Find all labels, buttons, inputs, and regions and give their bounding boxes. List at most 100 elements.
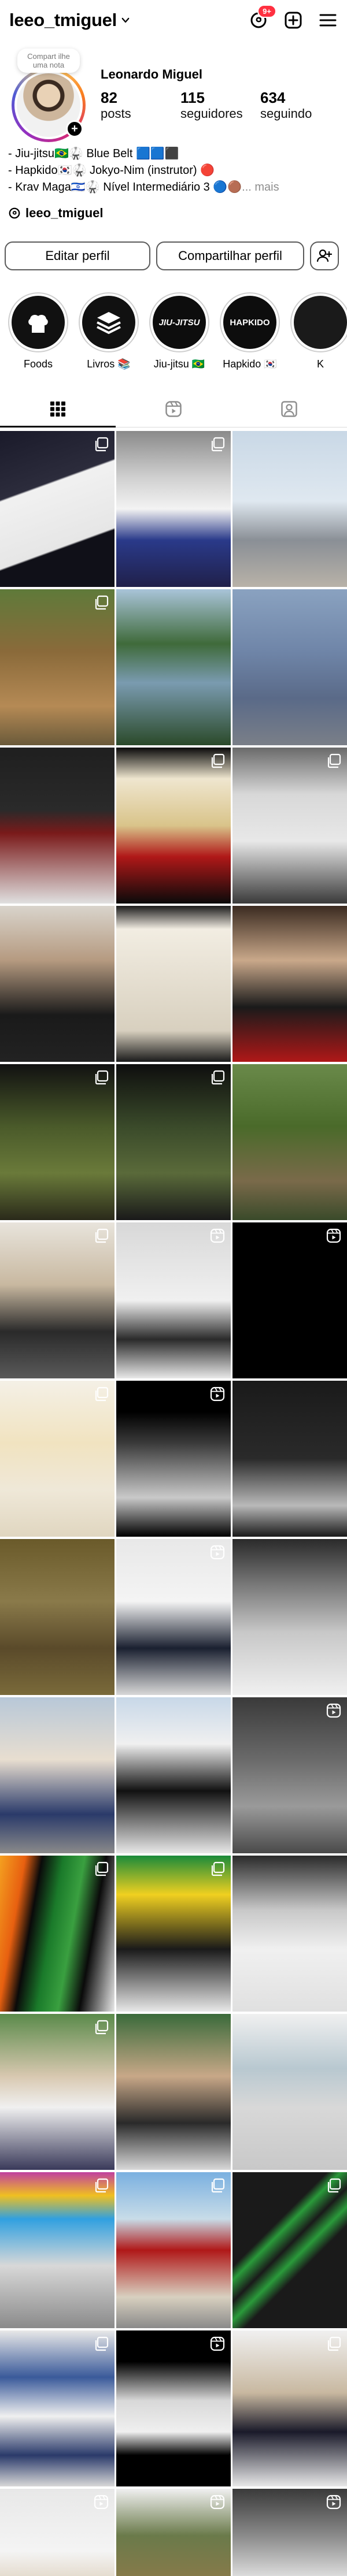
post-thumbnail[interactable] (0, 2014, 115, 2170)
posts-grid (0, 431, 347, 2576)
display-name: Leonardo Miguel (101, 67, 202, 81)
menu-icon (319, 14, 337, 27)
reel-icon (210, 1386, 225, 1402)
threads-button[interactable]: 9+ (249, 5, 276, 30)
menu-button[interactable] (318, 10, 338, 30)
carousel-icon (94, 437, 109, 452)
account-switcher-username[interactable]: leeo_tmiguel (9, 10, 117, 31)
carousel-icon (326, 2336, 341, 2351)
carousel-icon (210, 1861, 225, 1876)
post-thumbnail[interactable] (0, 906, 115, 1062)
stat-followers[interactable]: 115 seguidores (180, 89, 260, 121)
post-thumbnail[interactable] (0, 589, 115, 745)
post-thumbnail[interactable] (232, 1856, 347, 2012)
post-thumbnail[interactable] (116, 2330, 231, 2486)
post-thumbnail[interactable] (116, 1856, 231, 2012)
post-thumbnail[interactable] (0, 1539, 115, 1695)
carousel-icon (94, 2336, 109, 2351)
post-thumbnail[interactable] (0, 1856, 115, 2012)
bio-line: - Hapkido🇰🇷🥋 Jokyo-Nim (instrutor) 🔴 (8, 164, 215, 177)
grid-icon (50, 401, 65, 417)
create-post-button[interactable] (283, 10, 303, 30)
carousel-icon (94, 1861, 109, 1876)
tagged-icon (281, 400, 297, 417)
post-thumbnail[interactable] (232, 1697, 347, 1853)
carousel-icon (210, 1070, 225, 1085)
post-thumbnail[interactable] (116, 589, 231, 745)
post-thumbnail[interactable] (116, 1381, 231, 1537)
highlight-hapkido[interactable]: HAPKIDO Hapkido 🇰🇷 (220, 292, 280, 379)
edit-profile-button[interactable]: Editar perfil (5, 241, 150, 270)
highlight-livros[interactable]: Livros 📚 (79, 292, 139, 379)
highlight-jiu-jitsu[interactable]: JIU-JITSU Jiu-jitsu 🇧🇷 (149, 292, 209, 379)
tab-posts-grid[interactable] (0, 391, 116, 428)
post-thumbnail[interactable] (0, 2489, 115, 2576)
profile-avatar-area: Compart ilhe uma nota + (8, 45, 89, 142)
post-thumbnail[interactable] (0, 2172, 115, 2328)
post-thumbnail[interactable] (116, 1064, 231, 1220)
post-thumbnail[interactable] (116, 2172, 231, 2328)
post-thumbnail[interactable] (0, 1222, 115, 1378)
profile-stats: 82 posts 115 seguidores 634 seguindo (101, 89, 340, 121)
post-thumbnail[interactable] (232, 2489, 347, 2576)
reel-icon (326, 2495, 341, 2510)
add-person-icon (317, 249, 332, 262)
carousel-icon (94, 1228, 109, 1243)
bio-line: - Krav Maga🇮🇱🥋 Nível Intermediário 3 🔵🟤.… (8, 181, 279, 194)
reels-icon (165, 400, 182, 417)
post-thumbnail[interactable] (232, 1381, 347, 1537)
reel-icon (210, 2495, 225, 2510)
profile-tabs (0, 391, 347, 428)
post-thumbnail[interactable] (116, 1539, 231, 1695)
post-thumbnail[interactable] (0, 2330, 115, 2486)
tab-reels[interactable] (116, 391, 231, 427)
tab-tagged[interactable] (231, 391, 347, 427)
share-profile-button[interactable]: Compartilhar perfil (156, 241, 304, 270)
post-thumbnail[interactable] (116, 748, 231, 904)
reel-icon (326, 1703, 341, 1718)
chef-hat-icon (28, 314, 48, 333)
note-bubble[interactable]: Compart ilhe uma nota (17, 49, 80, 73)
reel-icon (210, 1545, 225, 1560)
post-thumbnail[interactable] (232, 1222, 347, 1378)
post-thumbnail[interactable] (0, 1697, 115, 1853)
reel-icon (210, 2336, 225, 2351)
post-thumbnail[interactable] (232, 431, 347, 587)
post-thumbnail[interactable] (116, 2014, 231, 2170)
post-thumbnail[interactable] (232, 2172, 347, 2328)
post-thumbnail[interactable] (232, 2330, 347, 2486)
post-thumbnail[interactable] (232, 1539, 347, 1695)
post-thumbnail[interactable] (116, 431, 231, 587)
carousel-icon (94, 2020, 109, 2035)
add-story-plus-icon[interactable]: + (66, 120, 83, 137)
highlight-hapkido-logo: HAPKIDO (223, 296, 276, 349)
post-thumbnail[interactable] (232, 748, 347, 904)
carousel-icon (94, 1070, 109, 1085)
stat-posts[interactable]: 82 posts (101, 89, 180, 121)
discover-people-button[interactable] (310, 241, 339, 270)
post-thumbnail[interactable] (0, 748, 115, 904)
highlight-krav-maga[interactable]: K (290, 292, 347, 379)
post-thumbnail[interactable] (116, 906, 231, 1062)
carousel-icon (94, 1386, 109, 1402)
highlight-foods[interactable]: Foods (8, 292, 68, 379)
post-thumbnail[interactable] (0, 1381, 115, 1537)
book-stack-icon (97, 312, 121, 334)
post-thumbnail[interactable] (0, 1064, 115, 1220)
post-thumbnail[interactable] (232, 906, 347, 1062)
post-thumbnail[interactable] (116, 2489, 231, 2576)
chevron-down-icon[interactable] (120, 15, 131, 25)
post-thumbnail[interactable] (232, 1064, 347, 1220)
post-thumbnail[interactable] (116, 1697, 231, 1853)
post-thumbnail[interactable] (116, 1222, 231, 1378)
carousel-icon (326, 2178, 341, 2193)
bio: - Jiu-jitsu🇧🇷🥋 Blue Belt 🟦🟦⬛ - Hapkido🇰🇷… (8, 146, 279, 196)
bio-more-link[interactable]: ... mais (242, 181, 279, 194)
top-bar: leeo_tmiguel 9+ (0, 0, 347, 40)
post-thumbnail[interactable] (232, 589, 347, 745)
carousel-icon (94, 595, 109, 610)
post-thumbnail[interactable] (0, 431, 115, 587)
threads-profile-link[interactable]: leeo_tmiguel (8, 206, 103, 221)
stat-following[interactable]: 634 seguindo (260, 89, 340, 121)
post-thumbnail[interactable] (232, 2014, 347, 2170)
